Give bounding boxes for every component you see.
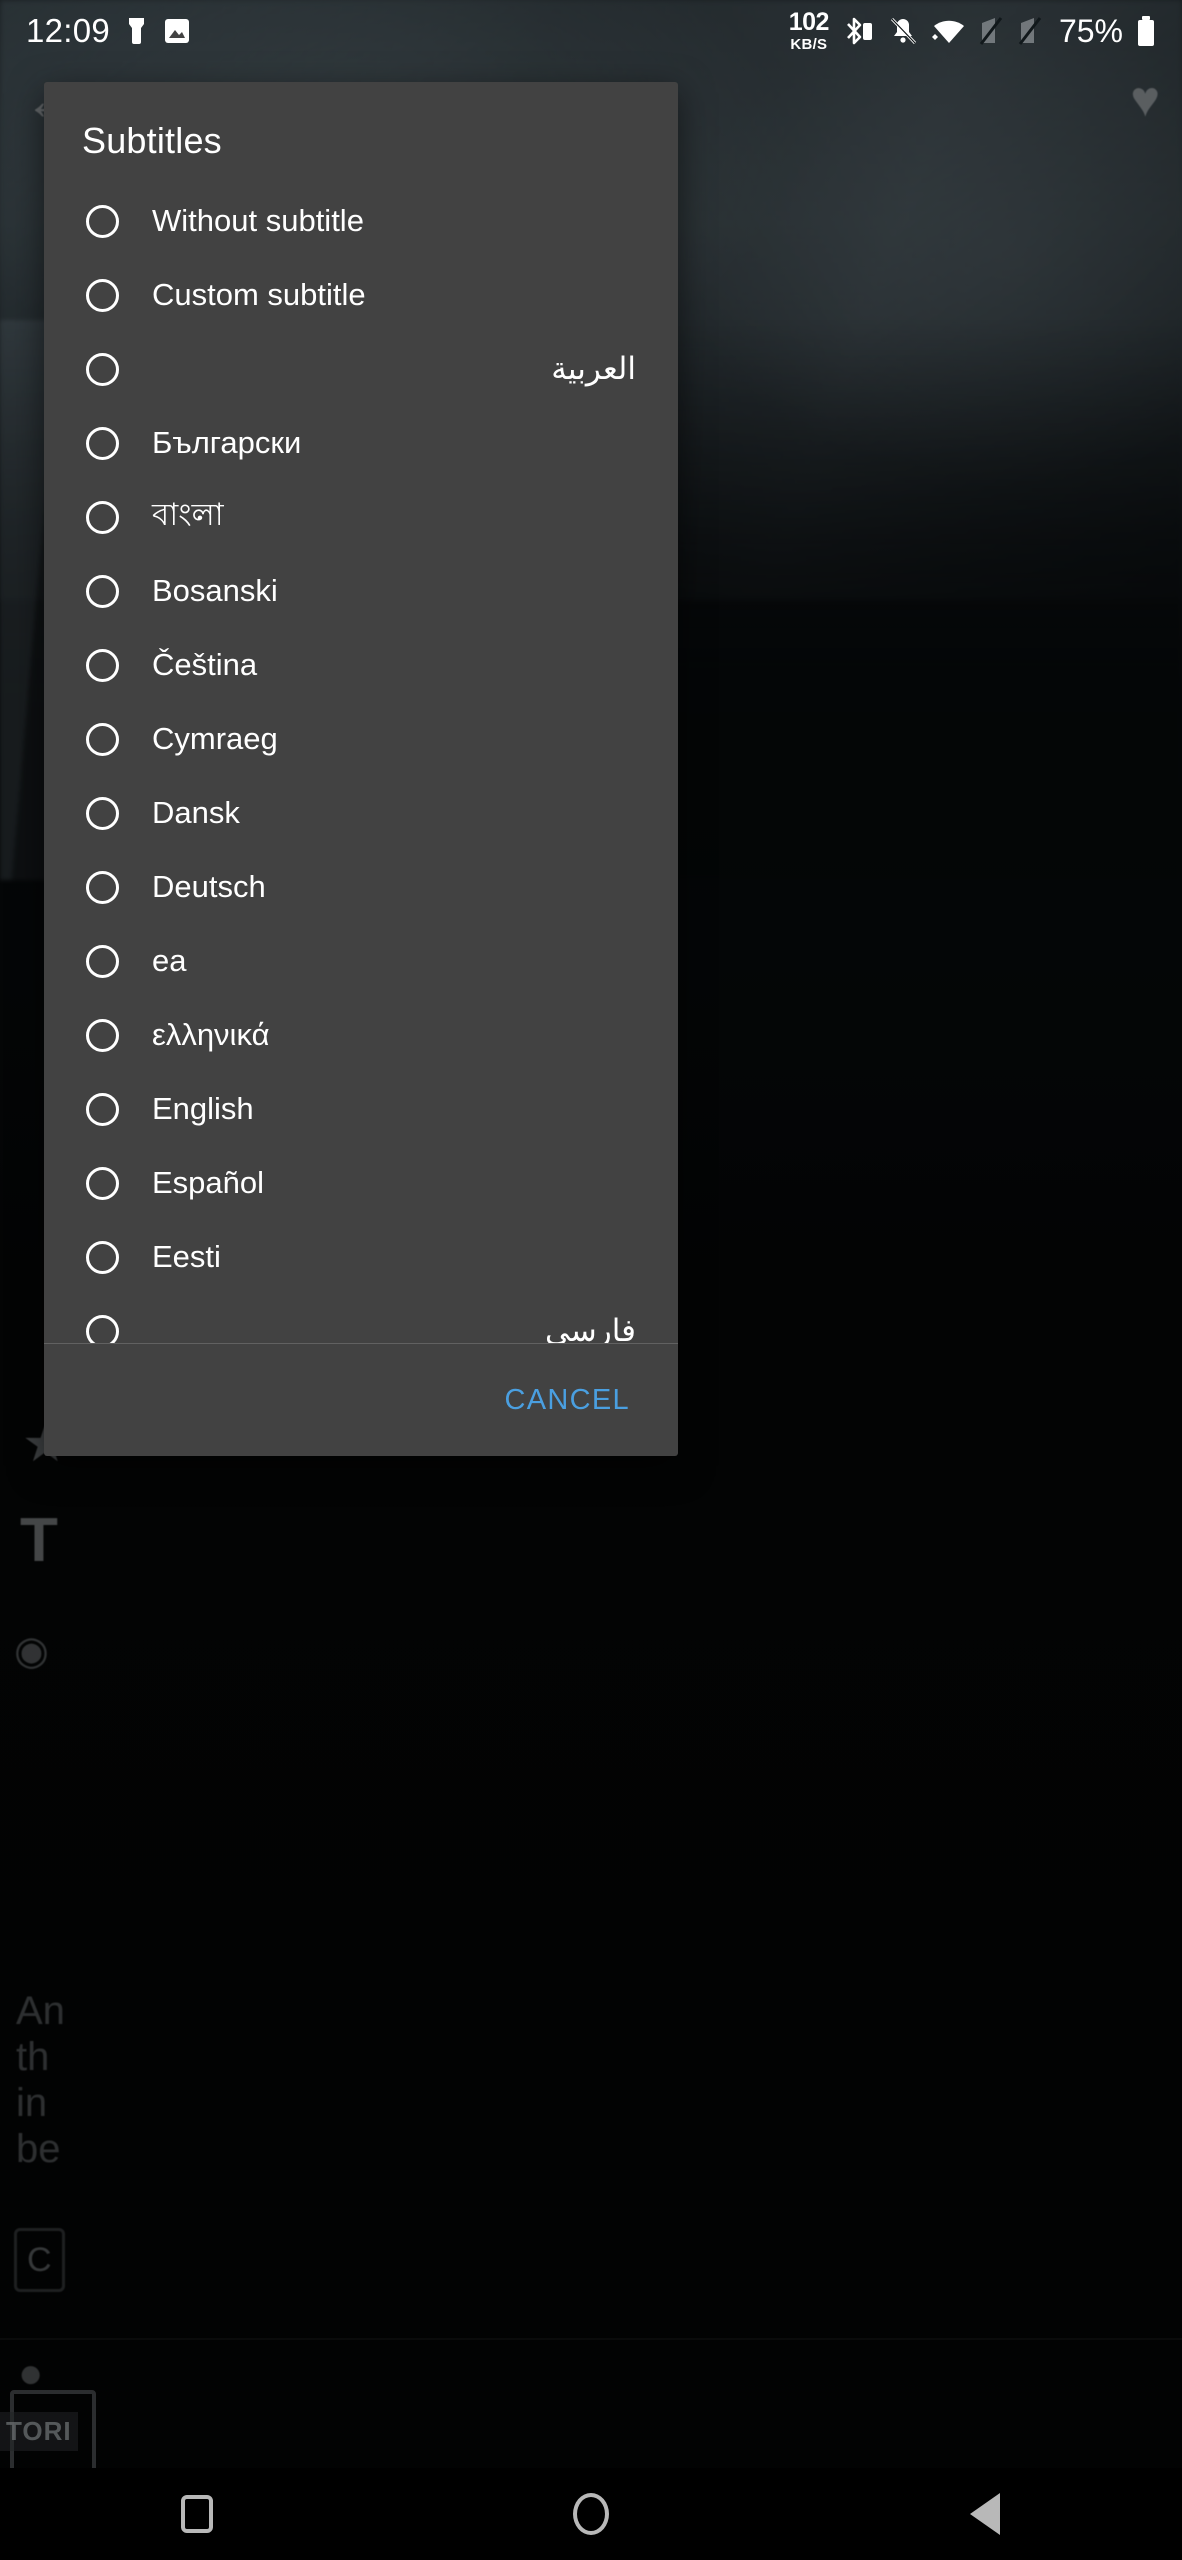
radio-button-icon[interactable] <box>86 574 119 608</box>
subtitle-option-row[interactable]: Custom subtitle <box>44 258 678 332</box>
status-bar: 12:09 102 KB/S 75% <box>0 0 1182 62</box>
subtitle-option-label: العربية <box>551 351 636 386</box>
image-notification-icon <box>164 17 190 45</box>
subtitle-option-row[interactable]: ea <box>44 924 678 998</box>
radio-button-icon[interactable] <box>86 1092 119 1126</box>
back-button[interactable] <box>895 2468 1075 2560</box>
home-button[interactable] <box>501 2468 681 2560</box>
radio-button-icon[interactable] <box>86 1240 119 1274</box>
subtitle-option-row[interactable]: Eesti <box>44 1220 678 1294</box>
subtitle-option-row[interactable]: العربية <box>44 332 678 406</box>
square-icon <box>181 2495 213 2533</box>
sim1-no-signal-icon <box>979 16 1005 46</box>
navigation-bar <box>0 2468 1182 2560</box>
subtitle-option-row[interactable]: Čeština <box>44 628 678 702</box>
status-clock: 12:09 <box>26 12 111 49</box>
subtitle-option-label: ea <box>152 943 187 978</box>
radio-button-icon[interactable] <box>86 204 119 238</box>
app-notification-icon <box>126 16 148 46</box>
radio-button-icon[interactable] <box>86 278 119 312</box>
dialog-title: Subtitles <box>82 120 222 161</box>
radio-button-icon[interactable] <box>86 796 119 830</box>
circle-icon <box>573 2493 609 2535</box>
radio-button-icon[interactable] <box>86 1018 119 1052</box>
wifi-icon <box>931 16 966 46</box>
recents-button[interactable] <box>107 2468 287 2560</box>
subtitles-dialog: Subtitles Without subtitle Custom subtitl… <box>44 82 678 1456</box>
subtitle-option-label: বাংলা <box>152 497 224 532</box>
bluetooth-icon <box>842 15 874 47</box>
radio-button-icon[interactable] <box>86 352 119 386</box>
battery-percent-label: 75% <box>1058 12 1123 49</box>
radio-button-icon[interactable] <box>86 500 119 534</box>
radio-button-icon[interactable] <box>86 1166 119 1200</box>
subtitle-option-row[interactable]: ελληνικά <box>44 998 678 1072</box>
cancel-button[interactable]: CANCEL <box>487 1370 648 1431</box>
triangle-left-icon <box>970 2493 1000 2535</box>
subtitle-option-row[interactable]: Cymraeg <box>44 702 678 776</box>
subtitle-option-label: Custom subtitle <box>152 277 366 312</box>
network-speed-indicator: 102 KB/S <box>788 8 830 53</box>
subtitle-option-row[interactable]: Without subtitle <box>44 184 678 258</box>
radio-button-icon[interactable] <box>86 648 119 682</box>
subtitle-option-label: ελληνικά <box>152 1017 270 1052</box>
subtitle-option-label: فارسی <box>544 1313 636 1343</box>
subtitle-option-row[interactable]: فارسی <box>44 1294 678 1343</box>
subtitle-option-label: Deutsch <box>152 869 266 904</box>
radio-button-icon[interactable] <box>86 870 119 904</box>
notifications-silenced-icon <box>887 15 919 47</box>
radio-button-icon[interactable] <box>86 944 119 978</box>
subtitle-option-row[interactable]: Deutsch <box>44 850 678 924</box>
subtitle-option-row[interactable]: English <box>44 1072 678 1146</box>
subtitle-option-label: Čeština <box>152 647 258 682</box>
battery-icon <box>1136 15 1156 47</box>
subtitle-option-row[interactable]: Bosanski <box>44 554 678 628</box>
subtitle-option-label: Български <box>152 425 302 460</box>
subtitle-option-row[interactable]: Български <box>44 406 678 480</box>
subtitle-option-label: Cymraeg <box>152 721 278 756</box>
radio-button-icon[interactable] <box>86 722 119 756</box>
dialog-action-bar: CANCEL <box>44 1344 678 1456</box>
subtitle-option-label: Eesti <box>152 1239 221 1274</box>
subtitle-options-list[interactable]: Without subtitle Custom subtitle العربية Бъ… <box>44 162 678 1343</box>
sim2-no-signal-icon <box>1018 16 1044 46</box>
subtitle-option-row[interactable]: Dansk <box>44 776 678 850</box>
network-speed-unit: KB/S <box>790 36 828 53</box>
radio-button-icon[interactable] <box>86 1314 119 1343</box>
network-speed-value: 102 <box>788 8 830 36</box>
radio-button-icon[interactable] <box>86 426 119 460</box>
subtitle-option-label: Bosanski <box>152 573 278 608</box>
subtitle-option-label: Without subtitle <box>152 203 364 238</box>
status-bar-left: 12:09 <box>26 12 190 50</box>
status-bar-right: 102 KB/S 75% <box>789 10 1156 52</box>
subtitle-option-row[interactable]: Español <box>44 1146 678 1220</box>
subtitle-option-row[interactable]: বাংলা <box>44 480 678 554</box>
subtitle-option-label: English <box>152 1091 254 1126</box>
subtitle-option-label: Español <box>152 1165 265 1200</box>
subtitle-option-label: Dansk <box>152 795 240 830</box>
